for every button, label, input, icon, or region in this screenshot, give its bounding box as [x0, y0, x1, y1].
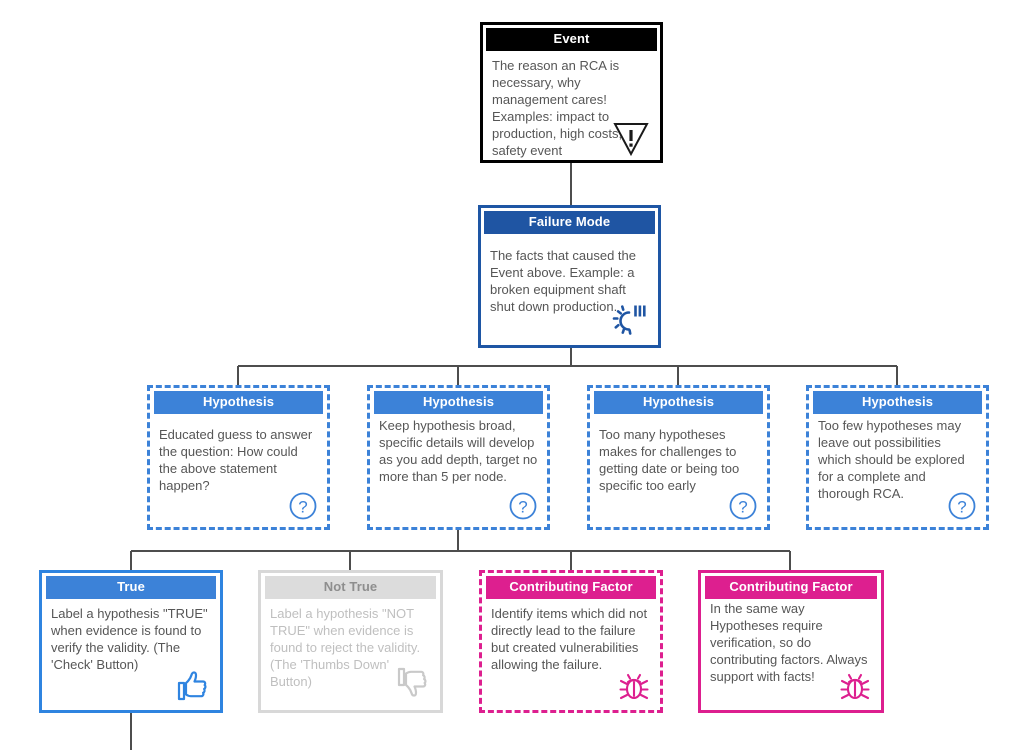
node-contributing-factor-2[interactable]: Contributing Factor In the same way Hypo…: [698, 570, 884, 713]
svg-text:?: ?: [957, 498, 966, 517]
bug-icon: [838, 670, 872, 704]
node-hypothesis-3-header: Hypothesis: [594, 391, 763, 415]
node-hypothesis-3[interactable]: Hypothesis Too many hypotheses makes for…: [587, 385, 770, 530]
node-hypothesis-2-body: Keep hypothesis broad, specific details …: [379, 418, 538, 484]
node-hypothesis-4[interactable]: Hypothesis Too few hypotheses may leave …: [806, 385, 989, 530]
node-not-true-header: Not True: [265, 576, 436, 600]
svg-text:?: ?: [518, 498, 527, 517]
node-hypothesis-3-body: Too many hypotheses makes for challenges…: [599, 427, 740, 493]
node-event[interactable]: Event The reason an RCA is necessary, wh…: [480, 22, 663, 163]
rca-legend-diagram: Event The reason an RCA is necessary, wh…: [0, 0, 1024, 750]
node-failure-mode[interactable]: Failure Mode The facts that caused the E…: [478, 205, 661, 348]
node-event-header: Event: [486, 28, 657, 52]
node-hypothesis-2[interactable]: Hypothesis Keep hypothesis broad, specif…: [367, 385, 550, 530]
node-hypothesis-1[interactable]: Hypothesis Educated guess to answer the …: [147, 385, 330, 530]
svg-text:?: ?: [298, 498, 307, 517]
node-hypothesis-4-header: Hypothesis: [813, 391, 982, 415]
question-mark-icon: ?: [288, 491, 318, 521]
node-true-header: True: [46, 576, 216, 600]
node-contributing-factor-1[interactable]: Contributing Factor Identify items which…: [479, 570, 663, 713]
node-contributing-factor-1-body: Identify items which did not directly le…: [491, 606, 648, 672]
warning-triangle-icon: [611, 118, 651, 158]
question-mark-icon: ?: [947, 491, 977, 521]
question-mark-icon: ?: [728, 491, 758, 521]
node-hypothesis-1-header: Hypothesis: [154, 391, 323, 415]
bug-icon: [617, 670, 651, 704]
node-true[interactable]: True Label a hypothesis "TRUE" when evid…: [39, 570, 223, 713]
node-hypothesis-1-body: Educated guess to answer the question: H…: [159, 427, 313, 493]
thumbs-down-icon: [391, 664, 431, 704]
node-hypothesis-2-header: Hypothesis: [374, 391, 543, 415]
node-contributing-factor-1-header: Contributing Factor: [486, 576, 656, 600]
thumbs-up-icon: [171, 664, 211, 704]
question-mark-icon: ?: [508, 491, 538, 521]
node-not-true[interactable]: Not True Label a hypothesis "NOT TRUE" w…: [258, 570, 443, 713]
gear-icon: [609, 299, 649, 339]
svg-text:?: ?: [738, 498, 747, 517]
node-contributing-factor-2-header: Contributing Factor: [705, 576, 877, 600]
node-failure-mode-header: Failure Mode: [484, 211, 655, 235]
